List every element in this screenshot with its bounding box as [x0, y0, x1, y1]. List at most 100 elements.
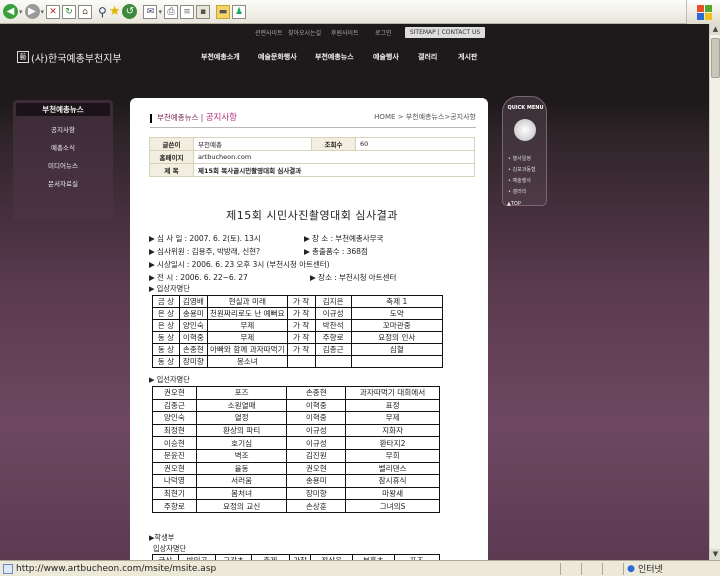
table-cell: 동 상: [152, 343, 180, 356]
table-cell: 요정의 교신: [195, 499, 288, 513]
top-link[interactable]: 후원사이트: [331, 28, 359, 37]
quick-menu-icon: [514, 119, 536, 141]
sidebar-item[interactable]: 예총소식: [13, 142, 113, 152]
section-label: ▶ 입상자명단: [149, 284, 190, 293]
table-cell: 나덕영: [152, 474, 197, 488]
table-cell: 지화자: [345, 423, 440, 438]
table-row: 주향로 요정의 교신 손상훈 그녀의S: [152, 499, 440, 513]
discuss-button[interactable]: ▪: [196, 3, 210, 21]
scroll-top-button[interactable]: ▲TOP: [507, 201, 521, 207]
edit-icon: ≡: [180, 4, 194, 19]
quick-menu-item[interactable]: • 김포과동협: [508, 166, 536, 173]
site-logo[interactable]: 藝 (사)한국예총부천지부: [17, 50, 122, 65]
sidebar-item[interactable]: 문서자료실: [13, 178, 113, 188]
sidebar-item[interactable]: 공지사항: [13, 124, 113, 134]
table-cell: 율동: [195, 461, 288, 476]
nav-item[interactable]: 게시판: [458, 52, 477, 62]
homepage-label: 홈페이지: [149, 150, 194, 164]
section-label: ▶ 입선자명단: [149, 375, 190, 384]
table-row: 김종근 소원열매 이혁중 표정: [152, 398, 440, 413]
homepage-value[interactable]: artbucheon.com: [193, 150, 475, 164]
table-cell: 가 작: [286, 307, 316, 320]
table-cell: 이규성: [314, 307, 352, 320]
table-cell: 김종근: [152, 398, 197, 413]
vertical-scrollbar[interactable]: ▲ ▼: [709, 24, 720, 560]
history-button[interactable]: ↺: [122, 3, 138, 21]
info-line: ▶ 심사위원 : 김용주, 박방래, 신현?: [149, 247, 260, 256]
table-cell: 마왕새: [345, 486, 440, 501]
search-icon: ⚲: [98, 4, 107, 19]
subsection-name: 공지사항: [205, 113, 237, 123]
messenger-button[interactable]: ♟: [232, 3, 246, 21]
table-cell: 과자따먹기 대회에서: [345, 386, 440, 400]
table-row: 최정현 환상의 파티 이규성 지화자: [152, 423, 440, 438]
divider: [150, 127, 476, 128]
table-cell: 표정: [345, 398, 440, 413]
table-cell: 소원열매: [195, 398, 288, 413]
browser-toolbar: ◀ ▾ ▶ ▾ ✕ ↻ ⌂ ⚲ ★ ↺ ✉ ▾ ⎙ ≡ ▪ ▬ ♟: [0, 0, 720, 24]
quick-menu-item[interactable]: • 예술행사: [508, 177, 531, 184]
nav-item[interactable]: 갤러리: [418, 52, 437, 62]
table-cell: [314, 355, 352, 368]
table-row: 최현기 봄처녀 장미향 마왕새: [152, 486, 440, 501]
folder-button[interactable]: ▬: [216, 3, 230, 21]
quick-menu-item[interactable]: • 갤러리: [508, 188, 526, 195]
table-cell: 장미향: [178, 355, 208, 368]
search-button[interactable]: ⚲: [98, 3, 107, 21]
edit-button[interactable]: ≡: [180, 3, 194, 21]
top-link[interactable]: 관련사이트: [255, 28, 283, 37]
sidebar-item[interactable]: 미디어뉴스: [13, 160, 113, 170]
refresh-icon: ↻: [62, 4, 77, 19]
table-cell: 열정: [195, 411, 288, 425]
info-line: ▶ 총출품수 : 368점: [304, 247, 368, 256]
home-button[interactable]: ⌂: [78, 3, 93, 21]
table-cell: 주향로: [314, 331, 352, 344]
nav-item[interactable]: 예술문화행사: [258, 52, 297, 62]
table-cell: 권오현: [152, 386, 197, 400]
print-button[interactable]: ⎙: [164, 3, 178, 21]
contact-link[interactable]: CONTACT US: [442, 29, 481, 36]
nav-item[interactable]: 부천예총소개: [201, 52, 240, 62]
table-row: 권오현 율동 권오현 벨리댄스: [152, 461, 440, 476]
subject-value: 제15회 복사골시민촬영대회 심사결과: [193, 163, 475, 177]
back-button[interactable]: ◀ ▾: [3, 3, 23, 21]
selected-table: 권오현 포즈 손종현 과자따먹기 대회에서 김종근 소원열매 이혁중 표정 양인숙 열정 이혁중 무제…: [152, 386, 440, 513]
refresh-button[interactable]: ↻: [62, 3, 77, 21]
table-cell: 환상의 파티: [195, 423, 288, 438]
table-cell: 동 상: [152, 355, 180, 368]
table-cell: 무제: [206, 319, 288, 332]
info-line: ▶ 장 소 : 부천예총사무국: [304, 234, 384, 243]
scroll-down-icon[interactable]: ▼: [710, 549, 720, 560]
top-link[interactable]: 찾아오시는길: [288, 28, 321, 37]
table-cell: 잠시휴식: [345, 474, 440, 488]
table-cell: 송용미: [286, 474, 347, 488]
board-heading: 부천예총뉴스 | 공지사항: [150, 111, 237, 123]
top-link[interactable]: 로그인: [375, 28, 392, 37]
table-row: 은 상 양인숙 무제 가 작 박찬석 꼬마관중: [152, 319, 444, 332]
table-cell: 그녀의S: [345, 499, 440, 513]
table-cell: 양인숙: [152, 411, 197, 425]
sitemap-link[interactable]: SITEMAP: [410, 29, 436, 36]
forward-button[interactable]: ▶ ▾: [24, 3, 44, 21]
print-icon: ⎙: [164, 4, 178, 19]
mail-button[interactable]: ✉ ▾: [143, 3, 162, 21]
scroll-thumb[interactable]: [711, 38, 720, 78]
views-value: 60: [355, 137, 475, 151]
table-cell: 김진원: [286, 448, 347, 463]
table-cell: 무제: [345, 411, 440, 425]
sitemap-contact-bar: SITEMAP | CONTACT US: [405, 27, 485, 38]
breadcrumb: HOME > 부천예총뉴스>공지사항: [374, 113, 476, 121]
stop-icon: ✕: [46, 4, 61, 19]
favorites-button[interactable]: ★: [109, 3, 121, 21]
quick-menu-item[interactable]: • 행사일정: [508, 155, 531, 162]
info-line: ▶ 전 시 : 2006. 6. 22~6. 27: [149, 273, 248, 282]
scroll-up-icon[interactable]: ▲: [710, 24, 720, 35]
table-cell: 권오현: [286, 461, 347, 476]
page-icon: [3, 563, 13, 574]
nav-item[interactable]: 예술행사: [373, 52, 399, 62]
section-name: 부천예총뉴스: [157, 113, 199, 122]
nav-item[interactable]: 부천예총뉴스: [315, 52, 354, 62]
stop-button[interactable]: ✕: [46, 3, 61, 21]
table-cell: 주향로: [152, 499, 197, 513]
table-cell: 손종현: [178, 343, 208, 356]
